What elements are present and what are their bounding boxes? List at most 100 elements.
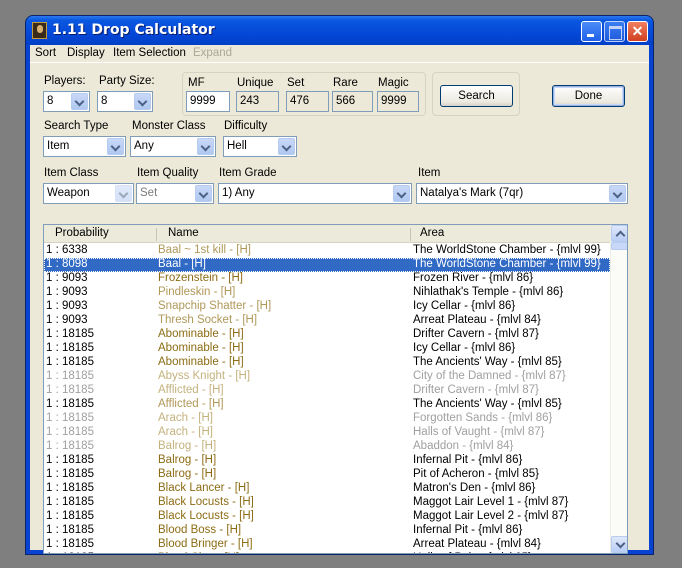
- column-area[interactable]: Area: [420, 227, 444, 239]
- table-row[interactable]: 1 : 18185 Balrog - [H] Pit of Acheron - {m…: [44, 468, 610, 482]
- search-type-value: Item: [47, 140, 70, 152]
- cell-area: Arreat Plateau - {mlvl 84}: [413, 314, 541, 326]
- table-row[interactable]: 1 : 9093 Snapchip Shatter - [H] Icy Cellar…: [44, 300, 610, 314]
- chevron-down-icon[interactable]: [71, 93, 88, 110]
- item-select[interactable]: Natalya's Mark (7qr): [416, 183, 628, 204]
- vertical-scrollbar[interactable]: [610, 225, 627, 553]
- table-row[interactable]: 1 : 18185 Abominable - [H] The Ancients' W…: [44, 356, 610, 370]
- character-portrait-icon[interactable]: [32, 22, 47, 39]
- table-row[interactable]: 1 : 18185 Blood Bringer - [H] Arreat Plate…: [44, 538, 610, 552]
- cell-name: Baal ~ 1st kill - [H]: [158, 244, 251, 256]
- chevron-down-icon[interactable]: [393, 185, 410, 202]
- difficulty-select[interactable]: Hell: [223, 136, 297, 157]
- cell-area: The WorldStone Chamber - {mlvl 99}: [413, 258, 601, 270]
- scroll-thumb[interactable]: [611, 242, 627, 250]
- cell-prob: 1 : 18185: [46, 552, 94, 553]
- cell-name: Arach - [H]: [158, 412, 213, 424]
- table-row[interactable]: 1 : 18185 Black Lancer - [H] Matron's Den …: [44, 482, 610, 496]
- close-button[interactable]: ✕: [627, 21, 648, 42]
- menu-sort[interactable]: Sort: [35, 47, 56, 59]
- column-probability[interactable]: Probability: [55, 227, 109, 239]
- results-list[interactable]: Probability Name Area 1 : 6338 Baal ~ 1st…: [43, 224, 628, 554]
- scroll-up-icon[interactable]: [611, 225, 627, 242]
- chevron-down-icon[interactable]: [278, 138, 295, 155]
- monster-class-select[interactable]: Any: [130, 136, 216, 157]
- menu-item-selection[interactable]: Item Selection: [113, 47, 186, 59]
- table-row[interactable]: 1 : 18185 Arach - [H] Forgotten Sands - {m…: [44, 412, 610, 426]
- cell-name: Abominable - [H]: [158, 328, 244, 340]
- table-row[interactable]: 1 : 6338 Baal ~ 1st kill - [H] The WorldSt…: [44, 244, 610, 258]
- cell-area: Pit of Acheron - {mlvl 85}: [413, 468, 539, 480]
- chevron-down-icon[interactable]: [107, 138, 124, 155]
- item-grade-select[interactable]: 1) Any: [218, 183, 412, 204]
- minimize-button[interactable]: [581, 21, 602, 42]
- done-button[interactable]: Done: [552, 85, 625, 107]
- cell-area: Halls of Pain - {mlvl 85}: [413, 552, 532, 553]
- scroll-down-icon[interactable]: [611, 536, 627, 553]
- item-grade-value: 1) Any: [222, 187, 255, 199]
- monster-class-label: Monster Class: [132, 120, 206, 132]
- column-divider[interactable]: [410, 228, 411, 241]
- cell-area: Drifter Cavern - {mlvl 87}: [413, 384, 539, 396]
- table-row[interactable]: 1 : 18185 Afflicted - [H] The Ancients' Wa…: [44, 398, 610, 412]
- table-row[interactable]: 1 : 18185 Abominable - [H] Drifter Cavern …: [44, 328, 610, 342]
- cell-prob: 1 : 18185: [46, 440, 94, 452]
- title-bar[interactable]: 1.11 Drop Calculator ✕: [26, 16, 653, 45]
- cell-prob: 1 : 18185: [46, 454, 94, 466]
- table-row[interactable]: 1 : 18185 Black Locusts - [H] Maggot Lair …: [44, 510, 610, 524]
- item-quality-select[interactable]: Set: [136, 183, 214, 204]
- table-row[interactable]: 1 : 18185 Balrog - [H] Infernal Pit - {mlv…: [44, 454, 610, 468]
- cell-prob: 1 : 18185: [46, 524, 94, 536]
- cell-name: Balrog - [H]: [158, 440, 217, 452]
- cell-prob: 1 : 18185: [46, 398, 94, 410]
- cell-area: Maggot Lair Level 2 - {mlvl 87}: [413, 510, 569, 522]
- cell-name: Abominable - [H]: [158, 342, 244, 354]
- item-label: Item: [418, 167, 441, 179]
- chevron-down-icon[interactable]: [195, 185, 212, 202]
- chevron-down-icon[interactable]: [609, 185, 626, 202]
- cell-area: Frozen River - {mlvl 86}: [413, 272, 534, 284]
- mf-input[interactable]: 9999: [186, 91, 230, 112]
- cell-area: City of the Damned - {mlvl 87}: [413, 370, 566, 382]
- table-row[interactable]: 1 : 9093 Thresh Socket - [H] Arreat Platea…: [44, 314, 610, 328]
- table-row[interactable]: 1 : 18185 Black Locusts - [H] Maggot Lair …: [44, 496, 610, 510]
- cell-area: Icy Cellar - {mlvl 86}: [413, 300, 516, 312]
- table-row[interactable]: 1 : 18185 Afflicted - [H] Drifter Cavern -…: [44, 384, 610, 398]
- table-row[interactable]: 1 : 18185 Balrog - [H] Abaddon - {mlvl 84}: [44, 440, 610, 454]
- table-row[interactable]: 1 : 9093 Pindleskin - [H] Nihlathak's Temp…: [44, 286, 610, 300]
- search-button[interactable]: Search: [440, 85, 513, 107]
- cell-name: Frozenstein - [H]: [158, 272, 243, 284]
- cell-prob: 1 : 18185: [46, 342, 94, 354]
- list-header: Probability Name Area: [44, 225, 610, 243]
- table-row[interactable]: 1 : 9093 Frozenstein - [H] Frozen River - …: [44, 272, 610, 286]
- table-row[interactable]: 1 : 8098 Baal - [H] The WorldStone Chamber…: [44, 258, 610, 272]
- column-divider[interactable]: [156, 228, 157, 241]
- column-name[interactable]: Name: [168, 227, 199, 239]
- cell-name: Afflicted - [H]: [158, 398, 224, 410]
- set-label: Set: [287, 77, 305, 89]
- table-row[interactable]: 1 : 18185 Blood Boss - [H] Infernal Pit - …: [44, 524, 610, 538]
- table-row[interactable]: 1 : 18185 Abyss Knight - [H] City of the D…: [44, 370, 610, 384]
- cell-name: Arach - [H]: [158, 426, 213, 438]
- search-type-select[interactable]: Item: [43, 136, 126, 157]
- cell-area: Nihlathak's Temple - {mlvl 86}: [413, 286, 564, 298]
- cell-area: Halls of Vaught - {mlvl 87}: [413, 426, 545, 438]
- item-class-select[interactable]: Weapon: [43, 183, 134, 204]
- chevron-down-icon[interactable]: [197, 138, 214, 155]
- table-row[interactable]: 1 : 18185 Blood Clan - [H] Halls of Pain -…: [44, 552, 610, 553]
- players-select[interactable]: 8: [43, 91, 90, 112]
- cell-name: Blood Boss - [H]: [158, 524, 242, 536]
- table-row[interactable]: 1 : 18185 Abominable - [H] Icy Cellar - {m…: [44, 342, 610, 356]
- party-size-select[interactable]: 8: [97, 91, 153, 112]
- cell-prob: 1 : 18185: [46, 482, 94, 494]
- cell-area: Maggot Lair Level 1 - {mlvl 87}: [413, 496, 569, 508]
- cell-name: Abominable - [H]: [158, 356, 244, 368]
- chevron-down-icon[interactable]: [134, 93, 151, 110]
- maximize-button[interactable]: [604, 21, 625, 42]
- table-row[interactable]: 1 : 18185 Arach - [H] Halls of Vaught - {m…: [44, 426, 610, 440]
- difficulty-label: Difficulty: [224, 120, 268, 132]
- chevron-down-icon[interactable]: [115, 185, 132, 202]
- players-value: 8: [47, 95, 54, 107]
- difficulty-value: Hell: [227, 140, 247, 152]
- menu-display[interactable]: Display: [67, 47, 105, 59]
